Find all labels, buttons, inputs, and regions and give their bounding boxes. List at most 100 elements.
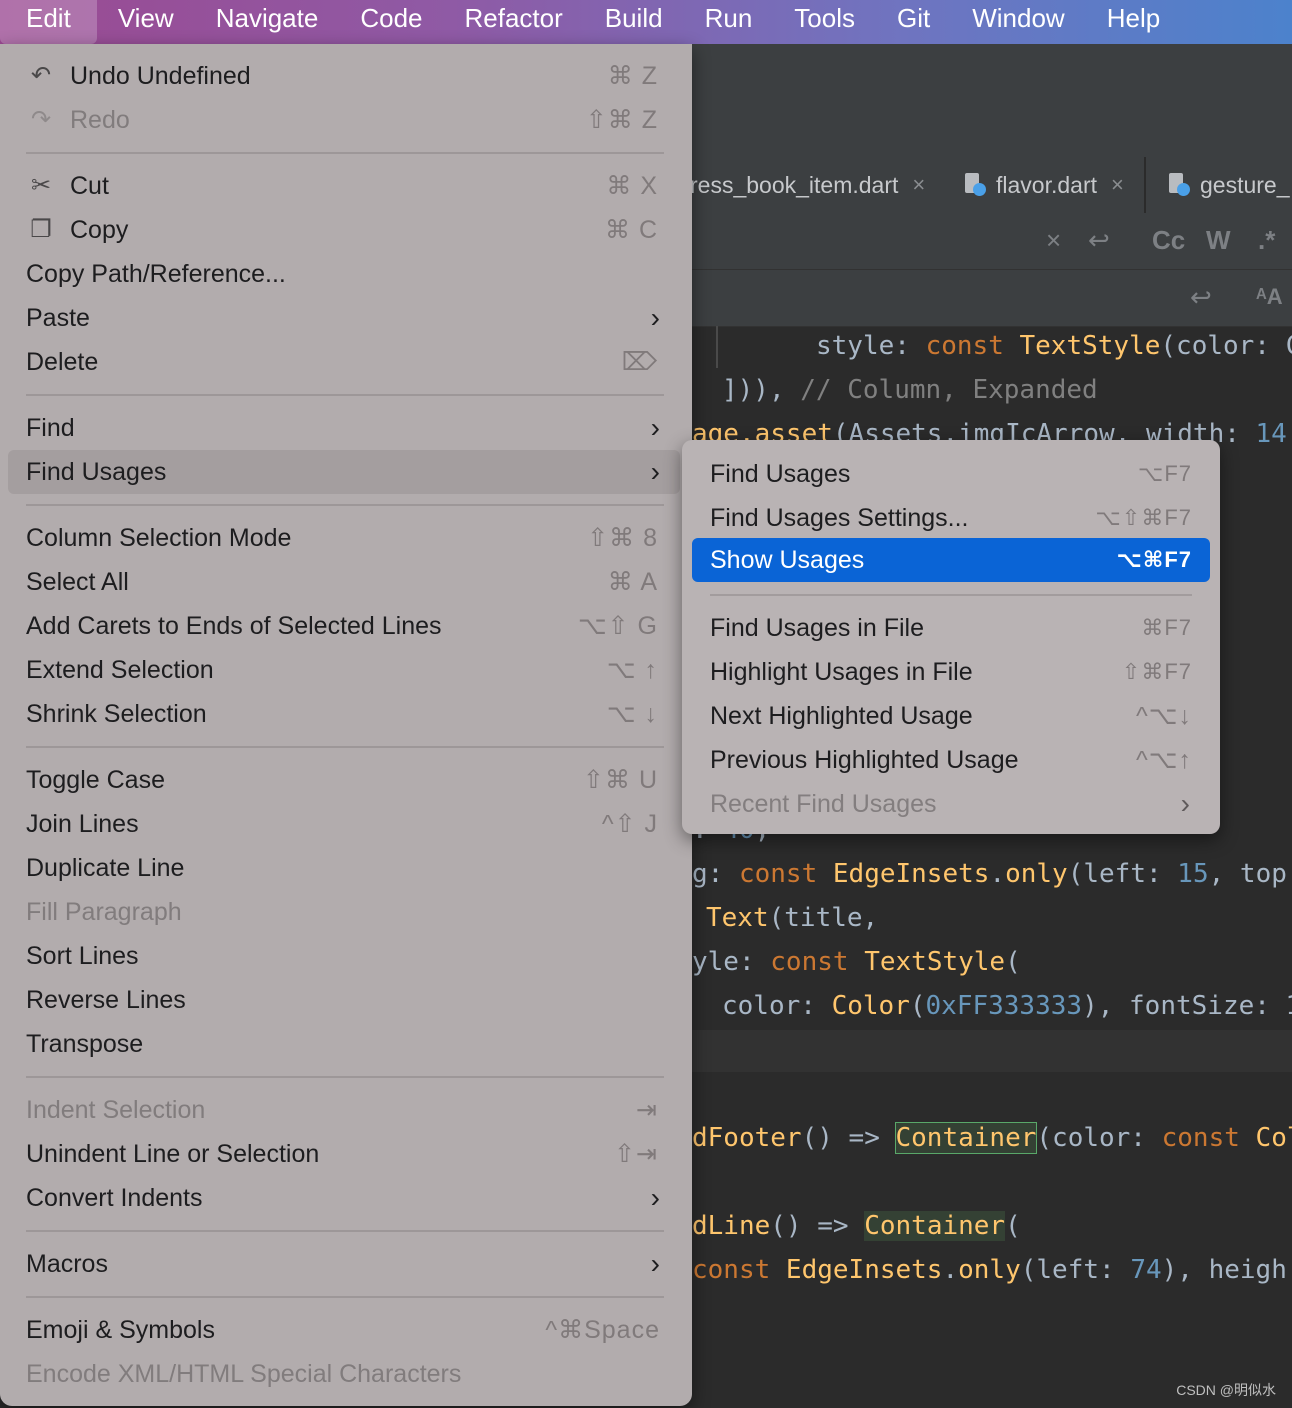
menu-item-reverse-lines[interactable]: Reverse Lines xyxy=(8,978,680,1022)
menu-item-emoji-symbols[interactable]: Emoji & Symbols ^⌘Space xyxy=(8,1308,680,1352)
chevron-right-icon: › xyxy=(650,456,660,487)
menu-item-copy[interactable]: ❐ Copy ⌘ C xyxy=(8,208,680,252)
current-line-highlight xyxy=(690,1030,1292,1072)
menubar-window[interactable]: Window xyxy=(951,0,1085,44)
menu-item-copy-path[interactable]: Copy Path/Reference... xyxy=(8,252,680,296)
match-case-button[interactable]: Cc xyxy=(1152,225,1185,256)
menu-item-paste[interactable]: Paste › xyxy=(8,296,680,340)
menu-item-redo[interactable]: ↷ Redo ⇧⌘ Z xyxy=(8,98,680,142)
menu-item-unindent[interactable]: Unindent Line or Selection ⇧⇥ xyxy=(8,1132,680,1176)
menu-item-find[interactable]: Find › xyxy=(8,406,680,450)
edit-menu: ↶ Undo Undefined ⌘ Z ↷ Redo ⇧⌘ Z ✂ Cut ⌘… xyxy=(0,44,692,1406)
menu-item-fill-paragraph[interactable]: Fill Paragraph xyxy=(8,890,680,934)
menubar-refactor[interactable]: Refactor xyxy=(443,0,583,44)
chevron-right-icon: › xyxy=(1180,788,1190,819)
menu-item-undo[interactable]: ↶ Undo Undefined ⌘ Z xyxy=(8,54,680,98)
tab-label: flavor.dart xyxy=(996,171,1097,198)
editor-tab[interactable]: ress_book_item.dart × xyxy=(690,157,925,213)
menu-item-macros[interactable]: Macros › xyxy=(8,1242,680,1286)
preserve-case-icon[interactable]: ᴬA xyxy=(1256,284,1283,310)
menu-separator xyxy=(26,1076,664,1078)
menubar-navigate[interactable]: Navigate xyxy=(195,0,340,44)
code-line: dLine() => Container( xyxy=(692,1211,1021,1241)
menu-separator xyxy=(26,394,664,396)
close-icon[interactable]: × xyxy=(1111,172,1124,198)
menu-item-convert-indents[interactable]: Convert Indents › xyxy=(8,1176,680,1220)
delete-key-icon: ⌦ xyxy=(621,348,658,376)
tab-label: gesture_ xyxy=(1200,171,1290,198)
clear-search-icon[interactable]: × xyxy=(1046,225,1061,256)
menu-item-cut[interactable]: ✂ Cut ⌘ X xyxy=(8,164,680,208)
menu-item-toggle-case[interactable]: Toggle Case ⇧⌘ U xyxy=(8,758,680,802)
menubar-code[interactable]: Code xyxy=(339,0,443,44)
chevron-right-icon: › xyxy=(650,302,660,333)
menu-item-find-usages[interactable]: Find Usages › xyxy=(8,450,680,494)
code-line: yle: const TextStyle( xyxy=(692,947,1021,977)
menu-bar: Edit View Navigate Code Refactor Build R… xyxy=(0,0,1292,44)
menu-item-column-selection-mode[interactable]: Column Selection Mode ⇧⌘ 8 xyxy=(8,516,680,560)
menubar-edit[interactable]: Edit xyxy=(0,0,97,44)
submenu-item-find-usages[interactable]: Find Usages ⌥F7 xyxy=(692,452,1210,496)
regex-button[interactable]: .* xyxy=(1258,225,1275,256)
chevron-right-icon: › xyxy=(650,412,660,443)
scissors-icon: ✂ xyxy=(30,172,52,199)
editor-toolstrip xyxy=(690,44,1292,157)
close-icon[interactable]: × xyxy=(912,172,925,198)
submenu-item-highlight-usages[interactable]: Highlight Usages in File ⇧⌘F7 xyxy=(692,650,1210,694)
menubar-git[interactable]: Git xyxy=(876,0,951,44)
editor-tab-bar: ress_book_item.dart × flavor.dart × gest… xyxy=(690,157,1292,214)
menu-item-delete[interactable]: Delete ⌦ xyxy=(8,340,680,384)
menu-item-transpose[interactable]: Transpose xyxy=(8,1022,680,1066)
replace-toolbar: ↩ ᴬA xyxy=(690,270,1292,327)
whole-words-button[interactable]: W xyxy=(1206,225,1231,256)
submenu-item-show-usages[interactable]: Show Usages ⌥⌘F7 xyxy=(692,538,1210,582)
menu-item-duplicate-line[interactable]: Duplicate Line xyxy=(8,846,680,890)
undo-icon: ↶ xyxy=(30,62,52,89)
chevron-right-icon: › xyxy=(650,1182,660,1213)
editor-tab[interactable]: flavor.dart × xyxy=(962,157,1124,213)
watermark: CSDN @明似水 xyxy=(1176,1382,1276,1398)
newline-icon[interactable]: ↩ xyxy=(1190,282,1212,313)
menu-separator xyxy=(26,504,664,506)
tab-label: ress_book_item.dart xyxy=(690,171,899,198)
find-toolbar: × ↩ Cc W .* xyxy=(690,213,1292,270)
menu-item-extend-selection[interactable]: Extend Selection ⌥ ↑ xyxy=(8,648,680,692)
menu-separator xyxy=(710,594,1192,596)
editor-tab[interactable]: gesture_ xyxy=(1166,157,1290,213)
menu-separator xyxy=(26,746,664,748)
submenu-item-find-usages-in-file[interactable]: Find Usages in File ⌘F7 xyxy=(692,606,1210,650)
submenu-item-find-usages-settings[interactable]: Find Usages Settings... ⌥⇧⌘F7 xyxy=(692,496,1210,540)
menu-item-join-lines[interactable]: Join Lines ^⇧ J xyxy=(8,802,680,846)
menu-item-shrink-selection[interactable]: Shrink Selection ⌥ ↓ xyxy=(8,692,680,736)
find-usages-submenu: Find Usages ⌥F7 Find Usages Settings... … xyxy=(682,440,1220,834)
menubar-help[interactable]: Help xyxy=(1086,0,1181,44)
dart-file-icon xyxy=(1166,172,1192,198)
menubar-tools[interactable]: Tools xyxy=(773,0,876,44)
tab-divider xyxy=(1144,157,1146,213)
code-line: g: const EdgeInsets.only(left: 15, top: xyxy=(692,859,1292,889)
copy-icon: ❐ xyxy=(30,216,52,243)
submenu-item-next-highlighted[interactable]: Next Highlighted Usage ^⌥↓ xyxy=(692,694,1210,738)
menubar-view[interactable]: View xyxy=(97,0,195,44)
indent-guide xyxy=(716,326,718,368)
menu-item-indent-selection[interactable]: Indent Selection ⇥ xyxy=(8,1088,680,1132)
dart-file-icon xyxy=(962,172,988,198)
code-line: color: Color(0xFF333333), fontSize: 1 xyxy=(722,991,1292,1021)
menu-item-add-carets[interactable]: Add Carets to Ends of Selected Lines ⌥⇧ … xyxy=(8,604,680,648)
menu-separator xyxy=(26,152,664,154)
submenu-item-previous-highlighted[interactable]: Previous Highlighted Usage ^⌥↑ xyxy=(692,738,1210,782)
code-line: dFooter() => Container(color: const Col xyxy=(692,1122,1292,1154)
menu-separator xyxy=(26,1296,664,1298)
menubar-build[interactable]: Build xyxy=(584,0,684,44)
code-line: const EdgeInsets.only(left: 74), heigh xyxy=(692,1255,1287,1285)
menu-item-encode-xml[interactable]: Encode XML/HTML Special Characters xyxy=(8,1352,680,1396)
code-line: style: const TextStyle(color: C xyxy=(816,331,1292,361)
chevron-right-icon: › xyxy=(650,1248,660,1279)
submenu-item-recent-find-usages[interactable]: Recent Find Usages › xyxy=(692,782,1210,826)
menu-separator xyxy=(26,1230,664,1232)
menubar-run[interactable]: Run xyxy=(684,0,774,44)
menu-item-sort-lines[interactable]: Sort Lines xyxy=(8,934,680,978)
newline-icon[interactable]: ↩ xyxy=(1088,225,1110,256)
menu-item-select-all[interactable]: Select All ⌘ A xyxy=(8,560,680,604)
redo-icon: ↷ xyxy=(30,106,52,133)
